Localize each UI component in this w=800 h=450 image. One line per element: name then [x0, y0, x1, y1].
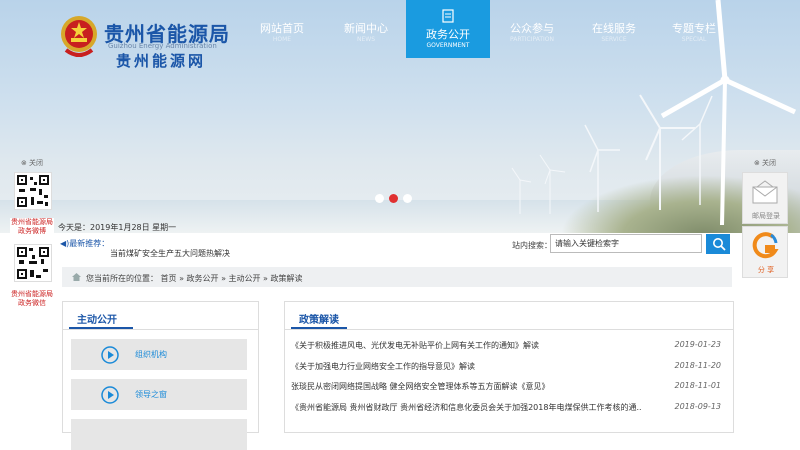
active-disclosure-panel: 主动公开 组织机构 领导之窗 — [62, 301, 259, 450]
document-icon — [442, 9, 454, 23]
article-title[interactable]: 《贵州省能源局 贵州省财政厅 贵州省经济和信息化委员会关于加强2018年电煤保供… — [291, 402, 641, 413]
nav-item-participation[interactable]: 公众参与 PARTICIPATION — [490, 0, 574, 58]
latest-news-label-text: 最新推荐： — [69, 239, 110, 248]
nav-item-special[interactable]: 专题专栏 SPECIAL — [652, 0, 736, 58]
category-label: 领导之窗 — [135, 390, 167, 399]
search-input[interactable] — [550, 234, 702, 253]
divider — [285, 329, 733, 330]
article-date: 2018-11-20 — [674, 361, 722, 370]
nav-label: 公众参与 — [510, 22, 554, 35]
nav-item-government[interactable]: 政务公开 GOVERNMENT — [406, 0, 490, 58]
slide-dot-1[interactable] — [375, 194, 384, 203]
policy-interpretation-panel: 政策解读 《关于积极推进风电、光伏发电无补贴平价上网有关工作的通知》解读 201… — [284, 301, 734, 433]
site-logo[interactable]: 贵州省能源局 Guizhou Energy Administration 贵州能… — [58, 12, 238, 70]
article-row[interactable]: 《关于积极推进风电、光伏发电无补贴平价上网有关工作的通知》解读 2019-01-… — [291, 340, 727, 356]
right-float-ad: ⊗ 关闭 邮局登录 分 享 — [740, 158, 790, 288]
nav-item-home[interactable]: 网站首页 HOME — [240, 0, 324, 58]
mail-icon — [752, 180, 778, 204]
nav-label: 在线服务 — [592, 22, 636, 35]
article-date: 2018-11-01 — [674, 381, 722, 390]
nav-label: 专题专栏 — [672, 22, 716, 35]
breadcrumb-text[interactable]: 您当前所在的位置： 首页 » 政务公开 » 主动公开 » 政策解读 — [86, 273, 302, 284]
category-label: 组织机构 — [135, 350, 167, 359]
nav-label: 网站首页 — [260, 22, 304, 35]
article-date: 2018-09-13 — [674, 402, 722, 411]
qr-code-weibo-icon — [14, 172, 52, 210]
category-more-button[interactable] — [71, 419, 247, 450]
qr-caption-wechat: 贵州省能源局 政务微信 — [10, 290, 54, 308]
qr-code-wechat-icon — [14, 244, 52, 282]
nav-label: 政务公开 — [426, 28, 470, 41]
article-row[interactable]: 《贵州省能源局 贵州省财政厅 贵州省经济和信息化委员会关于加强2018年电煤保供… — [291, 402, 727, 418]
share-button[interactable]: 分 享 — [742, 226, 788, 278]
mail-login-label: 邮局登录 — [752, 212, 780, 220]
nav-label-en: SERVICE — [601, 36, 627, 43]
search-button[interactable] — [706, 234, 730, 254]
article-title[interactable]: 张琰民从密闭网络提国战略 健全网络安全管理体系等五方面解读《意见》 — [291, 381, 641, 392]
nav-label-en: GOVERNMENT — [426, 42, 470, 49]
close-label: 关闭 — [29, 159, 44, 167]
share-label: 分 享 — [757, 266, 775, 274]
today-date: 今天是：2019年1月28日 星期一 — [58, 223, 177, 232]
article-title[interactable]: 《关于加强电力行业网络安全工作的指导意见》解读 — [291, 361, 641, 372]
hero-banner: 贵州省能源局 Guizhou Energy Administration 贵州能… — [0, 0, 800, 233]
nav-label-en: SPECIAL — [681, 36, 707, 43]
share-icon — [752, 232, 779, 259]
qr-caption-line: 贵州省能源局 — [11, 218, 53, 226]
slide-dot-2[interactable] — [389, 194, 398, 203]
home-icon — [72, 273, 81, 281]
latest-news-link[interactable]: 当前煤矿安全生产五大问题热解决 — [110, 248, 230, 259]
nav-label-en: PARTICIPATION — [510, 36, 554, 43]
qr-caption-weibo: 贵州省能源局 政务微博 — [10, 218, 54, 236]
site-title-en: Guizhou Energy Administration — [108, 42, 217, 50]
latest-news-label: ◀)最新推荐： — [60, 238, 109, 249]
title-underline — [291, 327, 347, 329]
qr-caption-line: 贵州省能源局 — [11, 290, 53, 298]
site-subtitle: 贵州能源网 — [116, 52, 207, 70]
right-ad-close[interactable]: ⊗ 关闭 — [740, 158, 790, 168]
article-title[interactable]: 《关于积极推进风电、光伏发电无补贴平价上网有关工作的通知》解读 — [291, 340, 641, 351]
left-ad-close[interactable]: ⊗ 关闭 — [10, 158, 54, 168]
qr-caption-line: 政务微博 — [18, 227, 46, 235]
left-float-ad: ⊗ 关闭 贵州省能源局 政务微博 贵州省能源局 政务微信 — [10, 158, 54, 308]
panel-title: 政策解读 — [299, 315, 339, 326]
search-label: 站内搜索： — [512, 241, 552, 250]
nav-item-service[interactable]: 在线服务 SERVICE — [572, 0, 656, 58]
play-circle-icon — [101, 346, 119, 364]
slide-dot-3[interactable] — [403, 194, 412, 203]
title-underline — [69, 327, 133, 329]
mail-login-button[interactable]: 邮局登录 — [742, 172, 788, 224]
speaker-icon: ◀) — [60, 239, 70, 248]
article-row[interactable]: 张琰民从密闭网络提国战略 健全网络安全管理体系等五方面解读《意见》 2018-1… — [291, 381, 727, 397]
category-org-button[interactable]: 组织机构 — [71, 339, 247, 370]
nav-label-en: NEWS — [356, 36, 376, 43]
nav-label-en: HOME — [272, 36, 292, 43]
nav-item-news[interactable]: 新闻中心 NEWS — [324, 0, 408, 58]
national-emblem-icon — [61, 16, 97, 57]
panel-title: 主动公开 — [77, 315, 117, 326]
category-leaders-button[interactable]: 领导之窗 — [71, 379, 247, 410]
close-label: 关闭 — [762, 159, 777, 167]
breadcrumb: 您当前所在的位置： 首页 » 政务公开 » 主动公开 » 政策解读 — [62, 267, 732, 287]
qr-caption-line: 政务微信 — [18, 299, 46, 307]
nav-label: 新闻中心 — [344, 22, 388, 35]
play-circle-icon — [101, 386, 119, 404]
search-icon — [713, 238, 726, 251]
article-row[interactable]: 《关于加强电力行业网络安全工作的指导意见》解读 2018-11-20 — [291, 361, 727, 377]
article-date: 2019-01-23 — [674, 340, 722, 349]
divider — [63, 329, 258, 330]
